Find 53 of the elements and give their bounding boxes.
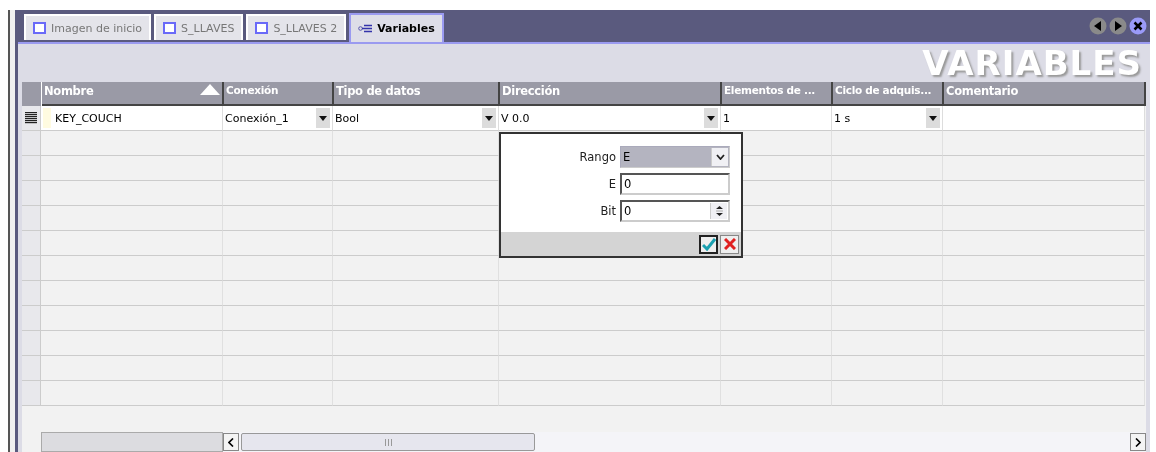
confirm-button[interactable] xyxy=(699,234,718,254)
caret-icon xyxy=(707,115,715,121)
row-marker xyxy=(43,108,51,128)
scroll-left-icon[interactable] xyxy=(228,437,234,447)
column-header[interactable]: Tipo de datos xyxy=(334,82,500,106)
page-title: VARIABLES xyxy=(922,44,1143,82)
column-header[interactable]: Elementos de ... xyxy=(722,82,833,106)
cell-text: V 0.0 xyxy=(501,111,530,125)
row-handle-icon[interactable] xyxy=(25,112,37,124)
close-icon[interactable] xyxy=(1129,17,1147,35)
column-header[interactable]: Ciclo de adquis... xyxy=(833,82,944,106)
input-field[interactable]: 0 xyxy=(620,173,730,195)
screen-icon xyxy=(163,22,177,34)
column-header[interactable]: Dirección xyxy=(500,82,722,106)
cancel-button[interactable] xyxy=(720,234,739,254)
column-header[interactable]: Conexión xyxy=(224,82,334,106)
caret-icon xyxy=(485,115,493,121)
tab[interactable]: S_LLAVES 2 xyxy=(246,14,347,40)
dropdown-button[interactable] xyxy=(482,108,496,128)
column-header[interactable]: Nombre xyxy=(42,82,224,106)
dropdown-button[interactable] xyxy=(316,108,330,128)
previous-icon[interactable] xyxy=(1089,17,1107,35)
next-icon[interactable] xyxy=(1109,17,1127,35)
chevron-down-icon xyxy=(715,154,725,160)
dropdown-button[interactable] xyxy=(704,108,718,128)
grip-icon xyxy=(384,438,392,446)
checkmark-icon xyxy=(701,237,716,251)
cell-text: KEY_COUCH xyxy=(55,111,122,125)
scroll-right-icon[interactable] xyxy=(1135,437,1141,447)
range-dropdown[interactable]: E xyxy=(620,146,730,168)
cell-text: Bool xyxy=(335,111,360,125)
field-label: Rango xyxy=(578,150,616,164)
tab[interactable]: Variables xyxy=(349,13,444,42)
tab[interactable]: S_LLAVES xyxy=(154,14,244,40)
field-label: Bit xyxy=(599,204,616,218)
spinner-field[interactable]: 0 xyxy=(620,200,730,222)
cell-text: 1 xyxy=(723,111,730,125)
screen-icon xyxy=(255,22,269,34)
scroll-thumb[interactable] xyxy=(241,433,535,451)
cell-text: Conexión_1 xyxy=(225,111,289,125)
spinner-arrows-icon[interactable] xyxy=(715,205,723,217)
dropdown-button[interactable] xyxy=(926,108,940,128)
close-icon xyxy=(723,238,736,250)
caret-icon xyxy=(929,115,937,121)
tag-list-icon xyxy=(358,24,373,33)
tab[interactable]: Imagen de inicio xyxy=(24,14,152,40)
screen-icon xyxy=(33,22,46,34)
field-label: E xyxy=(607,177,616,191)
caret-icon xyxy=(319,115,327,121)
horizontal-scrollbar[interactable] xyxy=(223,432,1146,452)
column-header[interactable]: Comentario xyxy=(944,82,1146,106)
cell-text: 1 s xyxy=(834,111,851,125)
row-header[interactable] xyxy=(22,106,41,131)
